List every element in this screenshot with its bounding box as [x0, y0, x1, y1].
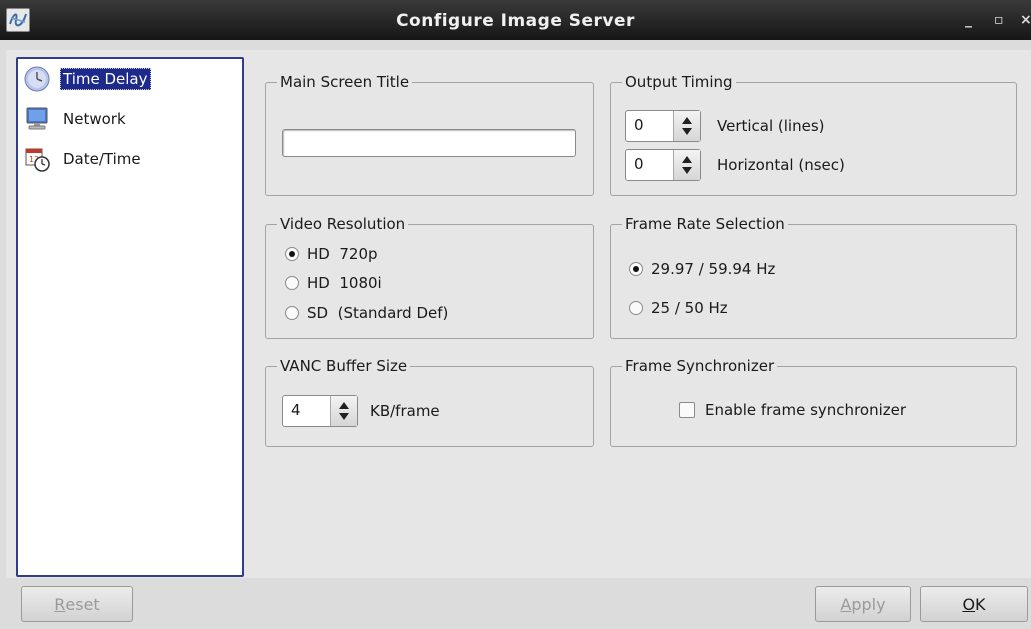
arrow-down-icon[interactable] — [339, 413, 349, 420]
output-timing-group: Output Timing 0 Vertical (lines) 0 Horiz… — [610, 72, 1017, 196]
radio-indicator[interactable] — [629, 301, 643, 315]
arrow-down-icon[interactable] — [682, 167, 692, 174]
spinbox-arrows[interactable] — [673, 111, 700, 141]
spinbox-arrows[interactable] — [330, 396, 357, 426]
apply-button[interactable]: Apply — [815, 586, 911, 622]
radio-hd-1080i[interactable]: HD 1080i — [285, 274, 382, 292]
vanc-buffer-group: VANC Buffer Size 4 KB/frame — [265, 356, 594, 447]
arrow-down-icon[interactable] — [682, 128, 692, 135]
calendar-clock-icon: 12 — [22, 145, 52, 173]
reset-label: eset — [65, 594, 100, 614]
radio-sd-standard-def[interactable]: SD (Standard Def) — [285, 304, 448, 322]
main-screen-title-group: Main Screen Title — [265, 72, 594, 196]
vertical-lines-spinbox[interactable]: 0 — [625, 110, 701, 142]
radio-hd-720p[interactable]: HD 720p — [285, 245, 378, 263]
main-screen-title-input[interactable] — [282, 129, 576, 157]
group-title: Video Resolution — [277, 214, 409, 234]
vanc-unit-label: KB/frame — [370, 402, 440, 420]
nav-item-label: Date/Time — [63, 150, 141, 168]
clock-icon — [22, 65, 52, 93]
radio-label: SD (Standard Def) — [307, 304, 449, 322]
group-title: Output Timing — [622, 72, 736, 92]
arrow-up-icon[interactable] — [682, 117, 692, 124]
nav-item-network[interactable]: Network — [22, 104, 236, 134]
window-titlebar[interactable]: Configure Image Server _ ▫ × — [0, 0, 1031, 40]
enable-frame-sync-label[interactable]: Enable frame synchronizer — [705, 401, 906, 419]
spinbox-value: 0 — [634, 116, 644, 134]
close-button[interactable]: × — [1020, 12, 1031, 28]
reset-mnemonic: R — [54, 594, 66, 614]
radio-29-97-hz[interactable]: 29.97 / 59.94 Hz — [629, 260, 775, 278]
ok-label: K — [975, 594, 986, 614]
arrow-up-icon[interactable] — [682, 156, 692, 163]
group-title: Main Screen Title — [277, 72, 413, 92]
radio-indicator[interactable] — [285, 306, 299, 320]
group-title: VANC Buffer Size — [277, 356, 411, 376]
horizontal-nsec-label: Horizontal (nsec) — [717, 156, 845, 174]
window-title: Configure Image Server — [396, 11, 635, 31]
spinbox-value: 0 — [634, 155, 644, 173]
ok-mnemonic: O — [962, 594, 976, 614]
group-title: Frame Synchronizer — [622, 356, 778, 376]
minimize-button[interactable]: _ — [965, 12, 972, 28]
maximize-button[interactable]: ▫ — [994, 12, 1004, 28]
category-list[interactable]: Time Delay Network 12 Date/Time — [16, 57, 244, 577]
radio-indicator[interactable] — [285, 247, 299, 261]
radio-label: 29.97 / 59.94 Hz — [651, 260, 776, 278]
ok-button[interactable]: OK — [920, 586, 1028, 622]
monitor-icon — [22, 105, 52, 133]
video-resolution-group: Video Resolution HD 720p HD 1080i SD (St… — [265, 214, 594, 339]
spinbox-value: 4 — [291, 401, 301, 419]
radio-label: HD 1080i — [307, 274, 382, 292]
horizontal-nsec-spinbox[interactable]: 0 — [625, 149, 701, 181]
radio-indicator[interactable] — [285, 276, 299, 290]
radio-indicator[interactable] — [629, 262, 643, 276]
reset-button[interactable]: Reset — [21, 586, 133, 622]
apply-mnemonic: A — [840, 594, 852, 614]
frame-sync-group: Frame Synchronizer Enable frame synchron… — [610, 356, 1017, 447]
vertical-lines-label: Vertical (lines) — [717, 117, 825, 135]
radio-label: 25 / 50 Hz — [651, 299, 728, 317]
enable-frame-sync-checkbox[interactable] — [679, 402, 695, 418]
radio-25-50-hz[interactable]: 25 / 50 Hz — [629, 299, 728, 317]
nav-item-time-delay[interactable]: Time Delay — [22, 64, 236, 94]
nav-item-label: Network — [63, 110, 126, 128]
nav-item-label: Time Delay — [60, 68, 151, 90]
frame-rate-group: Frame Rate Selection 29.97 / 59.94 Hz 25… — [610, 214, 1017, 339]
spinbox-arrows[interactable] — [673, 150, 700, 180]
nav-item-date-time[interactable]: 12 Date/Time — [22, 144, 236, 174]
apply-label: pply — [851, 594, 886, 614]
radio-label: HD 720p — [307, 245, 378, 263]
arrow-up-icon[interactable] — [339, 402, 349, 409]
group-title: Frame Rate Selection — [622, 214, 788, 234]
vanc-buffer-spinbox[interactable]: 4 — [282, 395, 358, 427]
